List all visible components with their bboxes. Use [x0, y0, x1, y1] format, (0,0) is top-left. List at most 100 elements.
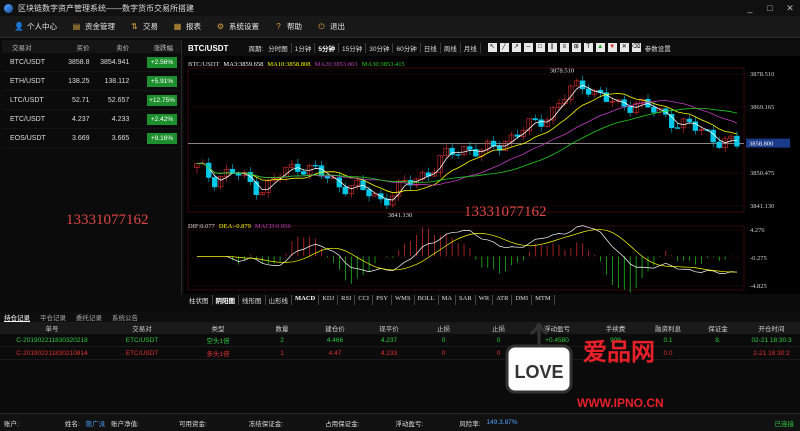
menu-item-funds[interactable]: ▤ 资金管理 — [72, 21, 115, 32]
indicator-tab[interactable]: PSY — [373, 295, 393, 305]
legend-symbol: BTC/USDT — [188, 61, 220, 68]
available-label: 可用资金: — [178, 420, 207, 428]
legend-dea: DEA:-0.879 — [218, 223, 251, 230]
market-row[interactable]: ETH/USDT 138.25 138.112 +5.91% — [2, 72, 181, 91]
market-row[interactable]: ETC/USDT 4.237 4.233 +2.42% — [2, 110, 181, 129]
market-buy: 4.237 — [72, 115, 90, 123]
positions-column-header: 类型 — [211, 326, 225, 333]
market-pair: EOS/USDT — [10, 134, 46, 142]
indicator-tab[interactable]: 阴阳图 — [213, 295, 239, 305]
frozen-label: 冻结保证金: — [248, 420, 284, 428]
market-row[interactable]: BTC/USDT 3858.8 3854.941 +2.56% — [2, 53, 181, 72]
close-button[interactable]: ✕ — [782, 2, 798, 14]
menu-label: 系统设置 — [229, 22, 259, 31]
minimize-button[interactable]: _ — [742, 2, 758, 14]
menu-item-trade[interactable]: ⇅ 交易 — [130, 21, 158, 32]
brand-url: WWW.IPNO.CN — [577, 396, 664, 410]
name-value: 熊广派 — [85, 420, 106, 428]
market-change-badge: +12.75% — [147, 94, 178, 106]
position-cell-id: C-201902211830210814 — [16, 349, 88, 357]
position-cell-type: 空头1倍 — [206, 338, 230, 345]
position-cell-qty: 2 — [280, 336, 284, 344]
name-label: 姓名: — [64, 420, 80, 428]
header-change: 涨跌幅 — [153, 44, 174, 52]
candle-body — [627, 105, 633, 113]
indicator-tab[interactable]: 柱状图 — [186, 295, 213, 305]
menu-label: 个人中心 — [27, 22, 57, 31]
macd-tick-label: -4.825 — [750, 283, 767, 290]
brand-stamp: LOVE 爱品网 WWW.IPNO.CN — [505, 323, 664, 410]
menu-item-settings[interactable]: ⚙ 系统设置 — [216, 21, 259, 32]
positions-column-header: 单号 — [45, 326, 59, 333]
price-tick-label: 3841.130 — [750, 203, 774, 210]
indicator-tab[interactable]: MTM — [532, 295, 555, 305]
indicator-tab[interactable]: CCI — [355, 295, 374, 305]
positions-tab[interactable]: 平仓记录 — [40, 312, 66, 322]
market-buy: 138.25 — [68, 77, 90, 85]
indicator-tab[interactable]: 线形图 — [239, 295, 266, 305]
window-title: 区块链数字资产管理系统——数字货币交易所搭建 — [18, 3, 194, 13]
market-change-badge: +2.42% — [147, 113, 178, 125]
candle-body — [585, 88, 592, 95]
indicator-tab[interactable]: WR — [476, 295, 494, 305]
position-cell-open: 4.466 — [326, 336, 344, 344]
header-pair: 交易对 — [12, 44, 32, 52]
header-sell: 卖价 — [116, 44, 130, 52]
position-cell-margin: 8. — [715, 336, 721, 344]
candle-body — [301, 171, 307, 175]
user-icon: 👤 — [14, 22, 24, 31]
phone-watermark: 13331077162 — [66, 212, 149, 228]
dea-line — [196, 229, 738, 273]
candle-body — [235, 173, 242, 176]
price-tick-label: 3878.510 — [750, 71, 774, 78]
menu-item-personal[interactable]: 👤 个人中心 — [14, 21, 57, 32]
menu-item-help[interactable]: ? 帮助 — [274, 21, 302, 32]
macd-tick-label: 4.276 — [750, 227, 765, 234]
indicator-tab[interactable]: DMI — [512, 295, 533, 305]
indicator-tab[interactable]: BOLL — [415, 295, 439, 305]
positions-tab[interactable]: 持仓记录 — [4, 312, 30, 322]
position-cell-sl: 0 — [441, 336, 446, 344]
positions-column-header: 保证金 — [708, 326, 728, 333]
indicator-tab[interactable]: MACD — [292, 295, 320, 305]
market-buy: 3.669 — [72, 134, 90, 142]
risk-label: 风险率: — [459, 420, 481, 428]
market-row[interactable]: LTC/USDT 52.71 52.657 +12.75% — [2, 91, 181, 110]
positions-column-header: 建仓价 — [325, 326, 345, 333]
market-sell: 138.112 — [104, 77, 130, 85]
legend-ma10: MA10:3858.808 — [267, 61, 311, 68]
indicator-tab[interactable]: 山形线 — [266, 295, 292, 305]
candle-body — [253, 181, 259, 195]
indicator-tab[interactable]: MA — [439, 295, 457, 305]
candle-body — [342, 186, 348, 195]
market-pair: LTC/USDT — [10, 96, 44, 104]
candle-body — [384, 198, 390, 206]
candlestick-chart: 3878.510 3869.165 3858.800 3850.475 3841.130… — [187, 67, 790, 293]
menu-item-exit[interactable]: ⏻ 退出 — [317, 21, 345, 32]
positions-tab[interactable]: 委托记录 — [76, 312, 102, 322]
market-change-badge: +5.91% — [147, 75, 178, 87]
indicator-tab[interactable]: KDJ — [319, 295, 339, 305]
love-text: LOVE — [514, 362, 563, 382]
market-header: 交易对 买价 卖价 涨跌幅 — [2, 40, 181, 53]
app-logo-icon — [4, 3, 13, 13]
position-cell-now: 4.233 — [380, 349, 398, 357]
high-annotation: 3878.510 — [550, 68, 574, 75]
help-icon: ? — [276, 22, 281, 31]
indicator-tab[interactable]: SAR — [456, 295, 476, 305]
market-row[interactable]: EOS/USDT 3.669 3.665 +9.16% — [2, 129, 181, 148]
position-cell-qty: 1 — [280, 349, 284, 357]
indicator-tab[interactable]: WMS — [392, 295, 415, 305]
menu-item-report[interactable]: ▦ 报表 — [173, 21, 201, 32]
market-change-badge: +9.16% — [147, 132, 178, 144]
position-cell-sl: 0 — [441, 349, 446, 357]
candle-body — [674, 127, 681, 129]
indicator-tab[interactable]: ATR — [493, 295, 513, 305]
market-buy: 3858.8 — [68, 58, 90, 66]
float-label: 浮动盈亏: — [395, 420, 424, 428]
maximize-button[interactable]: □ — [762, 2, 778, 14]
positions-tab[interactable]: 系统公告 — [112, 312, 138, 322]
candle-body — [312, 164, 319, 167]
indicator-tab[interactable]: RSI — [338, 295, 356, 305]
report-icon: ▦ — [173, 22, 182, 31]
